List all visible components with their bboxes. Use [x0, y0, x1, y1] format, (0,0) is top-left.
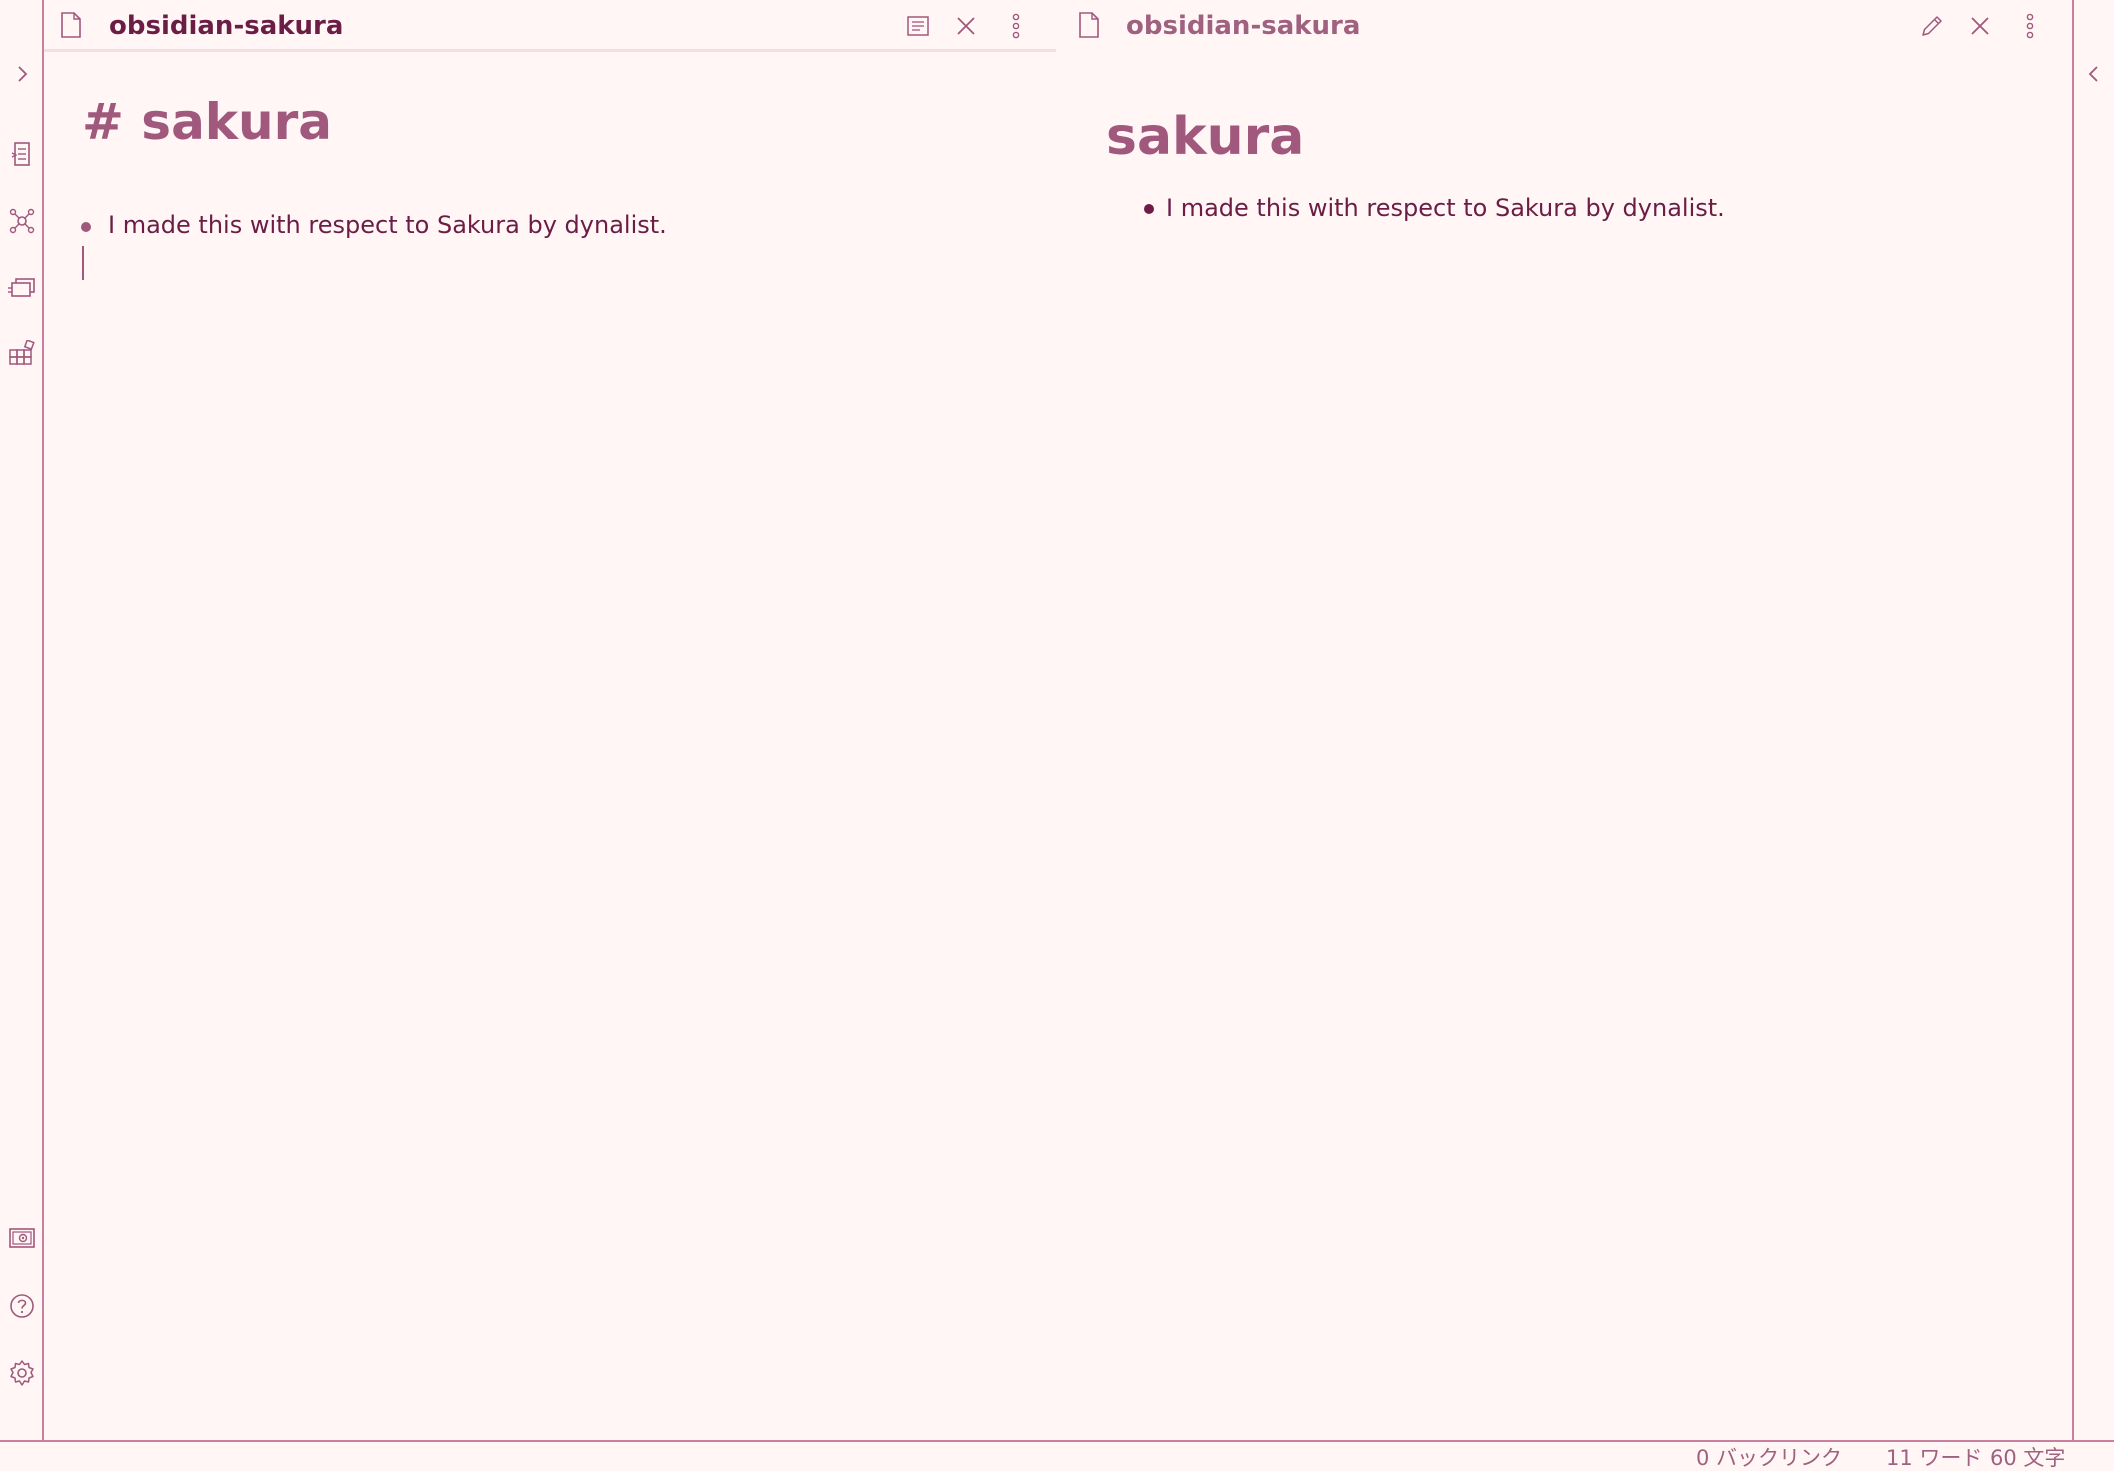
editor-pane: obsidian-sakura # sakura I made this wit…: [44, 0, 1056, 1440]
bullet-marker: [81, 222, 91, 232]
left-ribbon: [0, 0, 44, 1440]
preview-pane-header: obsidian-sakura: [1056, 0, 2072, 52]
text-cursor: [82, 246, 84, 280]
close-icon[interactable]: [1964, 10, 1996, 42]
collapse-sidebar-icon[interactable]: [2078, 58, 2110, 90]
backlinks-count[interactable]: 0 バックリンク: [1696, 1444, 1842, 1471]
plugins-icon[interactable]: [6, 338, 38, 370]
character-count: 60 文字: [1990, 1446, 2066, 1470]
help-icon[interactable]: [6, 1290, 38, 1322]
editor-bullet-line[interactable]: I made this with respect to Sakura by dy…: [108, 208, 667, 242]
expand-sidebar-icon[interactable]: [6, 58, 38, 90]
edit-pencil-icon[interactable]: [1916, 10, 1948, 42]
bullet-marker: [1144, 204, 1154, 214]
more-options-icon[interactable]: [2014, 10, 2046, 42]
reading-view: sakura I made this with respect to Sakur…: [1056, 52, 2072, 1440]
markdown-editor[interactable]: # sakura I made this with respect to Sak…: [44, 52, 1056, 1440]
obsidian-window: obsidian-sakura # sakura I made this wit…: [0, 0, 2114, 1471]
graph-view-icon[interactable]: [6, 205, 38, 237]
right-ribbon: [2072, 0, 2114, 1440]
pane-title[interactable]: obsidian-sakura: [1126, 9, 1360, 43]
settings-icon[interactable]: [6, 1357, 38, 1389]
document-icon: [1078, 12, 1104, 40]
preview-pane: obsidian-sakura sakura I made this with …: [1056, 0, 2072, 1440]
document-icon: [60, 12, 86, 40]
pane-title[interactable]: obsidian-sakura: [109, 9, 343, 43]
more-options-icon[interactable]: [1000, 10, 1032, 42]
close-icon[interactable]: [950, 10, 982, 42]
slides-icon[interactable]: [6, 272, 38, 304]
reading-view-icon[interactable]: [902, 10, 934, 42]
word-count: 11 ワード: [1886, 1446, 1983, 1470]
editor-pane-header: obsidian-sakura: [44, 0, 1056, 52]
quick-switcher-icon[interactable]: [6, 138, 38, 170]
preview-heading: sakura: [1106, 107, 1305, 167]
editor-heading[interactable]: # sakura: [82, 92, 332, 152]
vault-icon[interactable]: [6, 1222, 38, 1254]
preview-bullet-line: I made this with respect to Sakura by dy…: [1166, 194, 1725, 222]
status-bar: 0 バックリンク 11 ワード 60 文字: [0, 1440, 2114, 1471]
